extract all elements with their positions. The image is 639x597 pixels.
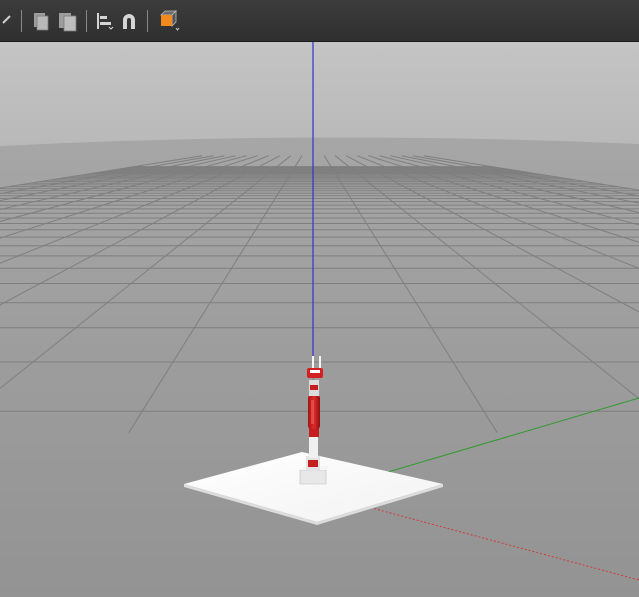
toolbar-divider xyxy=(147,9,148,32)
paste-icon xyxy=(59,12,77,31)
lower-link xyxy=(309,436,318,458)
base-block xyxy=(299,469,327,485)
view-angle-cube-icon xyxy=(160,9,180,31)
snap-magnet-icon xyxy=(123,13,135,29)
toolbar-divider xyxy=(21,9,22,32)
align-button[interactable] xyxy=(92,6,116,36)
copy-icon xyxy=(34,12,49,30)
align-icon xyxy=(97,12,114,30)
scene-canvas[interactable] xyxy=(0,42,639,597)
copy-button[interactable] xyxy=(27,6,53,36)
view-angle-button[interactable] xyxy=(153,6,183,36)
3d-viewport[interactable] xyxy=(0,42,639,597)
toolbar xyxy=(0,0,639,42)
toolbar-divider xyxy=(86,9,87,32)
snap-button[interactable] xyxy=(116,6,142,36)
paste-button[interactable] xyxy=(53,6,81,36)
select-arrow-icon xyxy=(2,14,11,24)
select-mode-button[interactable] xyxy=(0,6,16,36)
